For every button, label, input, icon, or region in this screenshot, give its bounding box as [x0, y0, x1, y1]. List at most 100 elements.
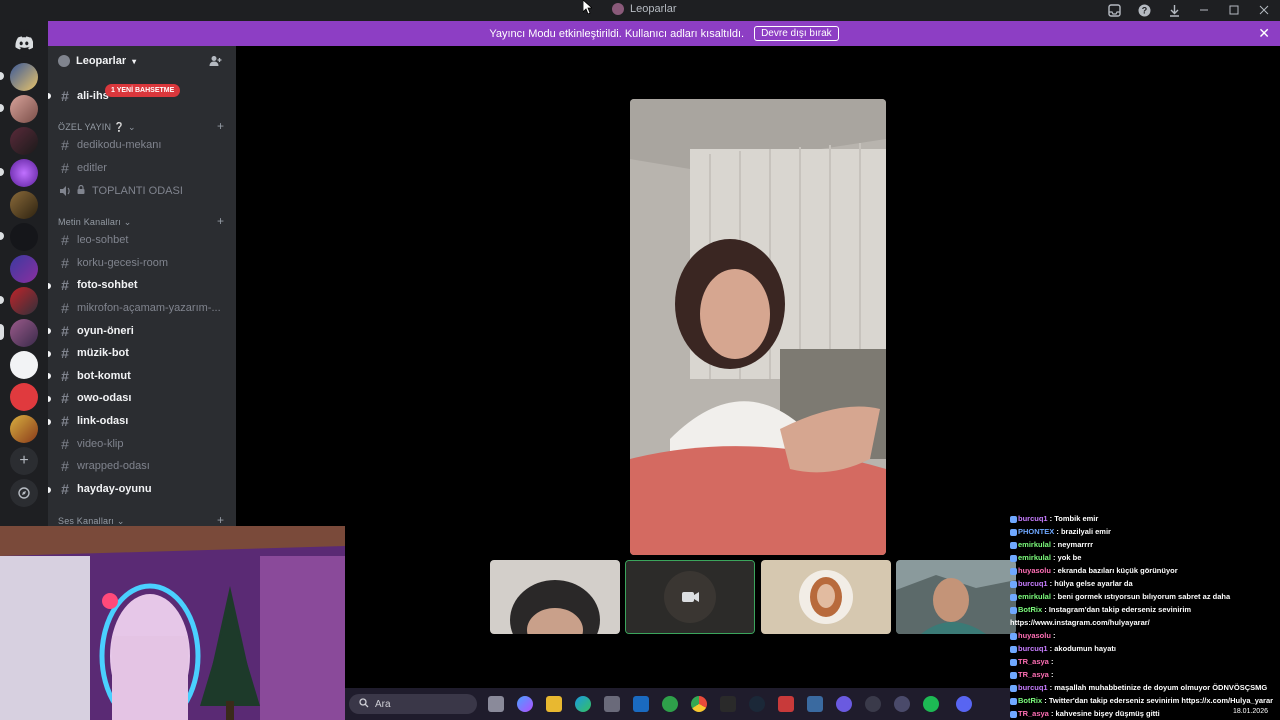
app-icon[interactable]	[662, 696, 678, 712]
chat-badge-icon	[1010, 684, 1017, 692]
participant-camera-off-tile[interactable]	[625, 560, 755, 634]
obs-icon[interactable]	[865, 696, 881, 712]
close-banner-icon[interactable]: ✕	[1258, 25, 1270, 42]
chat-separator: :	[1050, 553, 1058, 562]
chat-username: emirkulal	[1018, 592, 1051, 601]
add-server-icon[interactable]: +	[10, 447, 38, 475]
channel-ali-ihs[interactable]: # ali-ihs	[60, 87, 109, 105]
chat-username: burcuq1	[1018, 579, 1048, 588]
channel-label: video-klip	[77, 438, 124, 450]
channel-hayday-oyunu[interactable]: # hayday-oyunu	[60, 480, 151, 498]
file-explorer-icon[interactable]	[546, 696, 562, 712]
server-avatar[interactable]	[10, 255, 38, 283]
invite-people-icon[interactable]	[209, 55, 222, 70]
discord-taskbar-icon[interactable]	[956, 696, 972, 712]
hash-icon: #	[61, 232, 69, 248]
server-avatar[interactable]	[10, 63, 38, 91]
task-view-icon[interactable]	[488, 696, 504, 712]
channel-wrapped-odasi[interactable]: # wrapped-odası	[60, 457, 150, 475]
channel-editler[interactable]: # editler	[60, 159, 107, 177]
server-avatar[interactable]	[10, 191, 38, 219]
unread-dot	[48, 487, 51, 493]
help-icon[interactable]: ?	[1136, 2, 1152, 18]
featured-video-stream[interactable]	[630, 99, 886, 555]
channel-muzik-bot[interactable]: # müzik-bot	[60, 344, 129, 362]
chat-message: huyasolu :	[1010, 629, 1280, 642]
server-avatar[interactable]	[10, 95, 38, 123]
steam-icon[interactable]	[749, 696, 765, 712]
discover-icon[interactable]	[10, 479, 38, 507]
new-mention-badge[interactable]: 1 YENİ BAHSETME	[105, 84, 181, 97]
channel-label: bot-komut	[77, 370, 131, 382]
hash-icon: #	[61, 323, 69, 339]
server-avatar[interactable]	[10, 223, 38, 251]
epic-games-icon[interactable]	[720, 696, 736, 712]
channel-bot-komut[interactable]: # bot-komut	[60, 367, 131, 385]
chat-badge-icon	[1010, 554, 1017, 562]
channel-foto-sohbet[interactable]: # foto-sohbet	[60, 276, 137, 294]
category-ozel-yayin[interactable]: ÖZEL YAYIN ❔ ⌄	[58, 122, 136, 133]
chat-username: BotRix	[1018, 605, 1043, 614]
close-window-icon[interactable]	[1256, 2, 1272, 18]
app-icon[interactable]	[836, 696, 852, 712]
channel-korku-gecesi-room[interactable]: # korku-gecesi-room	[60, 254, 168, 272]
spotify-icon[interactable]	[923, 696, 939, 712]
streamer-webcam	[0, 526, 345, 720]
participant-video-tile[interactable]	[896, 560, 1016, 634]
chat-message: BotRix : Twitter'dan takip ederseniz sev…	[1010, 694, 1280, 707]
server-avatar[interactable]	[10, 287, 38, 315]
participant-avatar-tile[interactable]	[761, 560, 891, 634]
add-channel-icon[interactable]: +	[217, 513, 224, 527]
download-icon[interactable]	[1166, 2, 1182, 18]
chat-message: emirkulal : neymarrrr	[1010, 538, 1280, 551]
chat-username: TR_asya	[1018, 709, 1049, 718]
copilot-icon[interactable]	[517, 696, 533, 712]
category-label: Ses Kanalları	[58, 516, 115, 526]
chat-username: TR_asya	[1018, 670, 1049, 679]
chevron-down-icon: ▾	[132, 56, 137, 66]
app-icon[interactable]	[894, 696, 910, 712]
outlook-icon[interactable]	[633, 696, 649, 712]
channel-link-odasi[interactable]: # link-odası	[60, 412, 128, 430]
category-metin-kanallari[interactable]: Metin Kanalları ⌄	[58, 217, 131, 228]
search-placeholder: Ara	[375, 698, 391, 710]
channel-leo-sohbet[interactable]: # leo-sohbet	[60, 231, 128, 249]
inbox-icon[interactable]	[1106, 2, 1122, 18]
unread-dot	[48, 373, 51, 379]
app-icon[interactable]	[807, 696, 823, 712]
add-channel-icon[interactable]: +	[217, 214, 224, 228]
app-icon[interactable]	[778, 696, 794, 712]
title-bar: Leoparlar ?	[0, 0, 1280, 21]
participant-video-tile[interactable]	[490, 560, 620, 634]
channel-toplanti-odasi[interactable]: TOPLANTI ODASI	[60, 182, 183, 200]
channel-label: oyun-öneri	[77, 325, 134, 337]
channel-label: wrapped-odası	[77, 460, 150, 472]
server-avatar[interactable]	[10, 415, 38, 443]
edge-icon[interactable]	[575, 696, 591, 712]
taskbar-search[interactable]: Ara	[349, 694, 477, 714]
maximize-icon[interactable]	[1226, 2, 1242, 18]
server-avatar[interactable]	[10, 351, 38, 379]
category-label: ÖZEL YAYIN	[58, 122, 112, 132]
server-avatar[interactable]	[10, 159, 38, 187]
guild-badge-icon	[58, 55, 70, 67]
chrome-icon[interactable]	[691, 696, 707, 712]
minimize-icon[interactable]	[1196, 2, 1212, 18]
guild-header[interactable]: Leoparlar ▾	[58, 55, 136, 67]
channel-video-klip[interactable]: # video-klip	[60, 435, 123, 453]
unread-dot	[48, 328, 51, 334]
channel-oyun-oneri[interactable]: # oyun-öneri	[60, 322, 134, 340]
disable-streamer-mode-button[interactable]: Devre dışı bırak	[754, 26, 839, 41]
channel-mikrofon-acamam[interactable]: # mikrofon-açamam-yazarım-...	[60, 299, 221, 317]
add-channel-icon[interactable]: +	[217, 119, 224, 133]
server-avatar-leoparlar[interactable]	[10, 319, 38, 347]
channel-owo-odasi[interactable]: # owo-odası	[60, 389, 131, 407]
chat-badge-icon	[1010, 671, 1017, 679]
discord-home-icon[interactable]	[10, 29, 38, 57]
store-icon[interactable]	[604, 696, 620, 712]
chat-separator: :	[1050, 540, 1058, 549]
hash-icon: #	[61, 160, 69, 176]
server-avatar[interactable]	[10, 383, 38, 411]
channel-dedikodu-mekani[interactable]: # dedikodu-mekanı	[60, 136, 161, 154]
server-avatar[interactable]	[10, 127, 38, 155]
